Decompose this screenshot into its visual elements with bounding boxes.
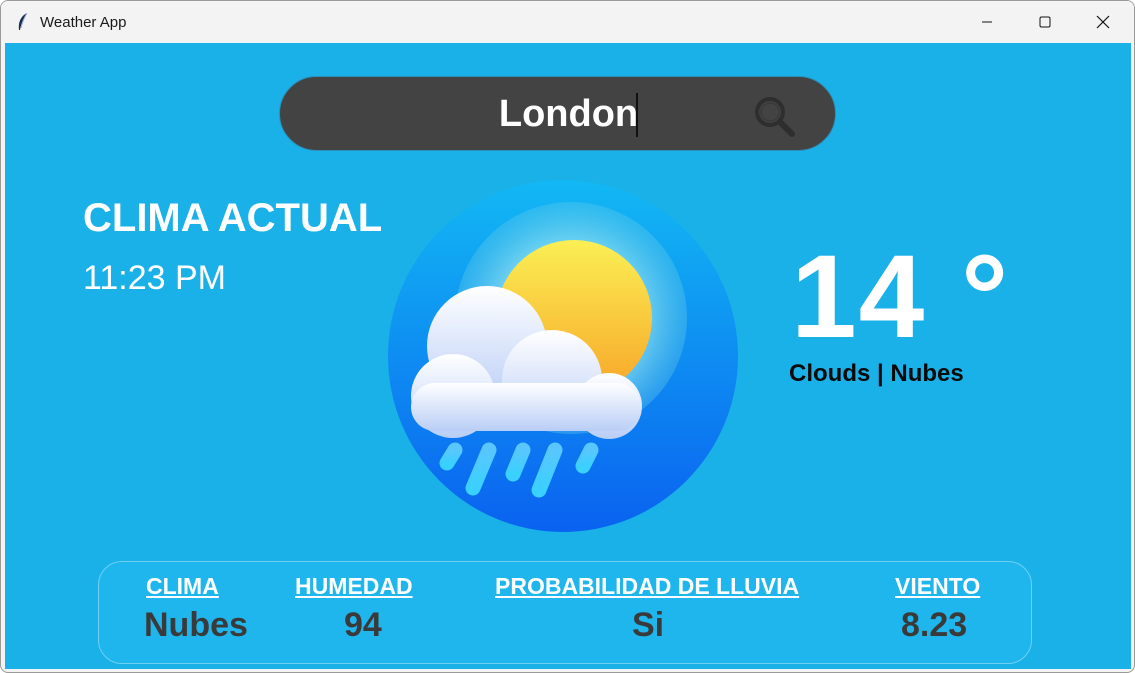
current-time: 11:23 PM <box>83 259 227 297</box>
stat-value-lluvia: Si <box>632 606 665 644</box>
weather-stats-panel: CLIMA Nubes HUMEDAD 94 PROBABILIDAD DE L… <box>98 561 1032 664</box>
current-weather-heading: CLIMA ACTUAL <box>83 196 383 240</box>
stat-value-humedad: 94 <box>344 606 382 644</box>
search-bar[interactable]: London <box>279 76 836 151</box>
window-title: Weather App <box>40 14 127 31</box>
weather-cloud-sun-rain-icon <box>388 180 738 532</box>
search-icon[interactable] <box>752 94 798 140</box>
title-bar[interactable]: Weather App <box>1 1 1134 43</box>
stat-label-viento: VIENTO <box>895 573 981 599</box>
text-caret <box>636 93 638 137</box>
maximize-button[interactable] <box>1016 1 1074 43</box>
stat-label-lluvia: PROBABILIDAD DE LLUVIA <box>495 573 800 599</box>
temperature: 14 ° <box>791 231 1011 363</box>
feather-icon <box>18 12 28 30</box>
minimize-icon <box>982 21 992 23</box>
stat-value-clima: Nubes <box>144 606 248 644</box>
stat-value-viento: 8.23 <box>901 606 968 644</box>
maximize-icon <box>1039 16 1051 28</box>
app-content: London CLIMA ACTUAL 11:23 PM 14 ° Clouds… <box>5 43 1131 669</box>
stat-label-clima: CLIMA <box>146 573 219 599</box>
stat-label-humedad: HUMEDAD <box>295 573 413 599</box>
close-button[interactable] <box>1074 1 1132 43</box>
close-icon <box>1096 15 1110 29</box>
app-window: Weather App London CLIMA ACTUAL 11:23 PM… <box>0 0 1135 673</box>
condition-text: Clouds | Nubes <box>789 360 964 387</box>
minimize-button[interactable] <box>958 1 1016 43</box>
